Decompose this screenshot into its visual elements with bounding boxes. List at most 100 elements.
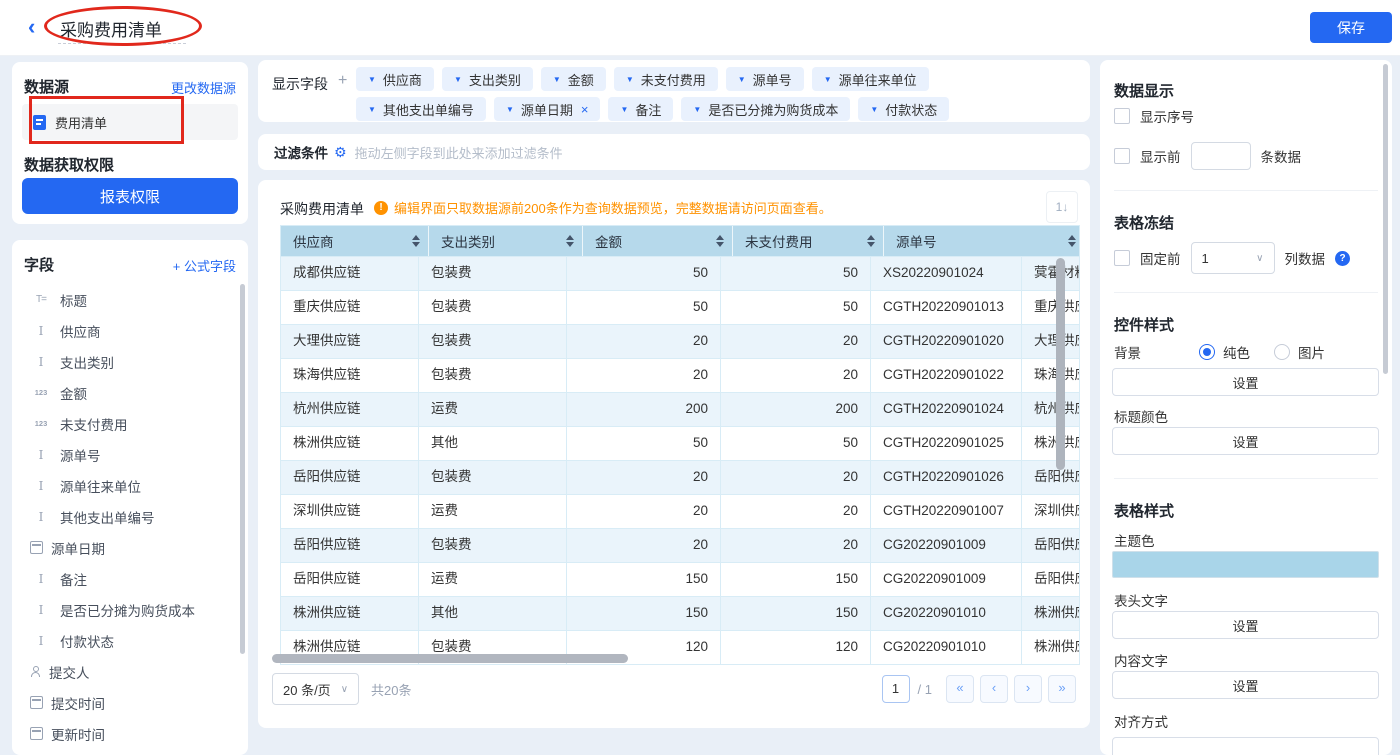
table-cell: XS20220901024 <box>871 257 1022 290</box>
table-cell: 株洲供应链 <box>281 427 419 460</box>
chip-label: 备注 <box>635 100 661 119</box>
freeze-count-select[interactable]: 1 ∨ <box>1191 242 1275 274</box>
table-header-cell[interactable]: 未支付费用 <box>733 226 884 256</box>
datasource-item[interactable]: 费用清单 <box>22 104 238 140</box>
display-field-chip[interactable]: ▼ 供应商 <box>356 67 434 91</box>
table-row[interactable]: 杭州供应链 运费 200 200 CGTH20220901024 杭州供应链 <box>281 392 1079 426</box>
help-icon[interactable]: ? <box>1335 251 1350 266</box>
field-type-icon <box>30 324 52 338</box>
page-title[interactable]: 采购费用清单 <box>60 16 162 41</box>
display-field-chip[interactable]: ▼ 其他支出单编号 <box>356 97 486 121</box>
solid-color-radio[interactable] <box>1199 344 1215 360</box>
back-icon[interactable]: ‹ <box>28 14 35 40</box>
show-index-checkbox[interactable] <box>1114 108 1130 124</box>
pager-button[interactable]: » <box>1048 675 1076 703</box>
header-text-set-button[interactable]: 设置 <box>1112 611 1379 639</box>
table-freeze-heading: 表格冻结 <box>1114 212 1174 233</box>
table-header-cell[interactable]: 供应商 <box>281 226 429 256</box>
table-header-cell[interactable]: 支出类别 <box>429 226 583 256</box>
settings-scrollbar[interactable] <box>1383 64 1388 374</box>
table-row[interactable]: 岳阳供应链 包装费 20 20 CGTH20220901026 岳阳供应链 <box>281 460 1079 494</box>
field-list-item[interactable]: 源单往来单位 <box>12 470 248 501</box>
content-text-set-button[interactable]: 设置 <box>1112 671 1379 699</box>
field-list-item[interactable]: 标题 <box>12 284 248 315</box>
table-row[interactable]: 大理供应链 包装费 20 20 CGTH20220901020 大理供应链 <box>281 324 1079 358</box>
table-horizontal-scrollbar[interactable] <box>272 654 628 663</box>
theme-color-swatch[interactable] <box>1112 551 1379 578</box>
display-field-chip[interactable]: ▼ 金额 <box>541 67 606 91</box>
field-type-icon <box>30 727 43 740</box>
field-list-item[interactable]: 未支付费用 <box>12 408 248 439</box>
align-select[interactable] <box>1112 737 1379 755</box>
show-first-checkbox[interactable] <box>1114 148 1130 164</box>
display-field-chip[interactable]: ▼ 源单号 <box>726 67 804 91</box>
table-cell: 20 <box>721 325 871 358</box>
pager-button[interactable]: « <box>946 675 974 703</box>
table-header-cell[interactable]: 源单号 <box>884 226 1080 256</box>
table-row[interactable]: 株洲供应链 其他 150 150 CG20220901010 株洲供应链 <box>281 596 1079 630</box>
table-cell: 大理供应链 <box>1022 325 1080 358</box>
table-style-heading: 表格样式 <box>1114 500 1174 521</box>
sort-arrows-icon <box>566 235 574 247</box>
gear-icon[interactable]: ⚙ <box>334 144 347 161</box>
table-row[interactable]: 深圳供应链 运费 20 20 CGTH20220901007 深圳供应链 <box>281 494 1079 528</box>
fields-scrollbar[interactable] <box>240 284 245 654</box>
field-list-item[interactable]: 更新时间 <box>12 718 248 749</box>
chevron-down-icon: ∨ <box>341 684 348 695</box>
pager-buttons: « ‹ › » <box>946 675 1076 703</box>
background-set-button[interactable]: 设置 <box>1112 368 1379 396</box>
field-list-item[interactable]: 金额 <box>12 377 248 408</box>
chevron-down-icon: ▼ <box>454 75 462 84</box>
display-field-chip[interactable]: ▼ 付款状态 <box>858 97 949 121</box>
save-button[interactable]: 保存 <box>1310 12 1392 43</box>
title-color-set-button[interactable]: 设置 <box>1112 427 1379 455</box>
display-field-chip[interactable]: ▼ 是否已分摊为购货成本 <box>681 97 850 121</box>
table-sort-button[interactable]: 1↓ <box>1046 191 1078 223</box>
image-radio[interactable] <box>1274 344 1290 360</box>
add-display-field-button[interactable]: + <box>338 72 347 90</box>
row-count-input[interactable] <box>1191 142 1251 170</box>
add-formula-field-link[interactable]: + 公式字段 <box>173 256 236 275</box>
field-list-item[interactable]: 其他支出单编号 <box>12 501 248 532</box>
display-field-chip[interactable]: ▼ 源单往来单位 <box>812 67 929 91</box>
field-list-item[interactable]: 支出类别 <box>12 346 248 377</box>
display-field-chip[interactable]: ▼ 未支付费用 <box>614 67 718 91</box>
table-cell: 株洲供应链 <box>1022 597 1080 630</box>
field-list-item[interactable]: 源单日期 <box>12 532 248 563</box>
pager-button[interactable]: ‹ <box>980 675 1008 703</box>
change-datasource-link[interactable]: 更改数据源 <box>171 78 236 97</box>
field-list-item[interactable]: 提交人 <box>12 656 248 687</box>
column-label: 供应商 <box>293 231 334 251</box>
preview-warning: ! 编辑界面只取数据源前200条作为查询数据预览，完整数据请访问页面查看。 <box>374 198 832 217</box>
chevron-down-icon: ▼ <box>738 75 746 84</box>
field-list-item[interactable]: 备注 <box>12 563 248 594</box>
table-row[interactable]: 重庆供应链 包装费 50 50 CGTH20220901013 重庆供应链 <box>281 290 1079 324</box>
freeze-columns-checkbox[interactable] <box>1114 250 1130 266</box>
display-field-chip[interactable]: ▼ 支出类别 <box>442 67 533 91</box>
field-list-item[interactable]: 是否已分摊为购货成本 <box>12 594 248 625</box>
solid-color-label: 纯色 <box>1223 342 1250 362</box>
table-cell: 50 <box>721 257 871 290</box>
pager-button[interactable]: › <box>1014 675 1042 703</box>
report-permission-button[interactable]: 报表权限 <box>22 178 238 214</box>
table-header-cell[interactable]: 金额 <box>583 226 733 256</box>
field-list-item[interactable]: 提交时间 <box>12 687 248 718</box>
table-row[interactable]: 成都供应链 包装费 50 50 XS20220901024 蓂霍材料 <box>281 256 1079 290</box>
field-type-icon <box>30 696 43 709</box>
close-icon[interactable]: × <box>581 102 589 117</box>
show-index-label: 显示序号 <box>1140 106 1194 126</box>
display-field-chip[interactable]: ▼ 备注 <box>608 97 673 121</box>
display-field-chip[interactable]: ▼ 源单日期 × <box>494 97 601 121</box>
table-row[interactable]: 岳阳供应链 运费 150 150 CG20220901009 岳阳供应链 <box>281 562 1079 596</box>
content-text-label: 内容文字 <box>1114 650 1168 670</box>
current-page-input[interactable]: 1 <box>882 675 910 703</box>
field-list-item[interactable]: 付款状态 <box>12 625 248 656</box>
table-row[interactable]: 珠海供应链 包装费 20 20 CGTH20220901022 珠海供应链 <box>281 358 1079 392</box>
table-row[interactable]: 岳阳供应链 包装费 20 20 CG20220901009 岳阳供应链 <box>281 528 1079 562</box>
field-list-item[interactable]: 供应商 <box>12 315 248 346</box>
table-row[interactable]: 株洲供应链 其他 50 50 CGTH20220901025 株洲供应链 <box>281 426 1079 460</box>
page-size-select[interactable]: 20 条/页 ∨ <box>272 673 359 705</box>
filter-condition-dropzone[interactable]: 过滤条件 ⚙ 拖动左侧字段到此处来添加过滤条件 <box>258 134 1090 170</box>
table-vertical-scrollbar[interactable] <box>1056 258 1065 470</box>
field-list-item[interactable]: 源单号 <box>12 439 248 470</box>
